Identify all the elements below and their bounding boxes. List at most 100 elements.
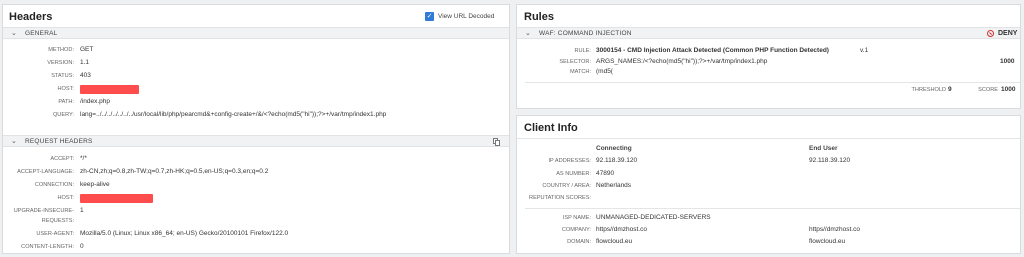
end-user-column-header: End User (809, 145, 838, 152)
copy-icon[interactable] (493, 138, 500, 146)
client-row-ip: IP ADDRESSES: 92.118.39.120 92.118.39.12… (517, 156, 1022, 166)
waf-totals-row: THRESHOLD 9 SCORE 1000 (517, 85, 1022, 95)
headers-panel: Headers ✓ View URL Decoded ⌄ GENERAL MET… (2, 4, 510, 254)
chevron-down-icon[interactable]: ⌄ (525, 29, 531, 37)
client-row-domain: DOMAIN: flowcloud.eu flowcloud.eu (517, 237, 1022, 247)
request-row-requests: REQUESTS: (3, 216, 511, 226)
connecting-value: https//dmzhost.co (596, 226, 647, 233)
match-value: (md5( (596, 68, 613, 75)
row-value: zh-CN,zh;q=0.8,zh-TW;q=0.7,zh-HK;q=0.5,e… (80, 168, 269, 175)
row-key: AS NUMBER: (556, 171, 591, 177)
general-row-query: QUERY: lang=../../../../../../../usr/loc… (3, 110, 511, 120)
score-value: 1000 (1001, 86, 1016, 93)
row-value: keep-alive (80, 181, 110, 188)
general-row-method: METHOD: GET (3, 45, 511, 55)
request-row-user-agent: USER-AGENT: Mozilla/5.0 (Linux; Linux x8… (3, 229, 511, 239)
redacted-host (80, 194, 153, 203)
deny-icon (987, 30, 994, 37)
waf-selector-row: SELECTOR: ARGS_NAMES:/<?echo(md5("hi"));… (517, 57, 1022, 67)
row-value: 403 (80, 72, 91, 79)
connecting-value: UNMANAGED-DEDICATED-SERVERS (596, 214, 711, 221)
connecting-value: 47890 (596, 170, 615, 177)
row-key: ACCEPT-LANGUAGE: (17, 169, 74, 175)
chevron-down-icon[interactable]: ⌄ (11, 137, 17, 145)
row-value: 1.1 (80, 59, 90, 66)
request-row-upgrade-insecure: UPGRADE-INSECURE- 1 (3, 206, 511, 216)
view-url-decoded-label[interactable]: View URL Decoded (438, 13, 494, 20)
client-row-reputation: REPUTATION SCORES: (517, 193, 1022, 203)
rules-title: Rules (524, 11, 554, 23)
row-key: PATH: (58, 99, 74, 105)
request-headers-section-label: REQUEST HEADERS (25, 138, 93, 145)
deny-label: DENY (998, 30, 1018, 37)
request-row-content-length: CONTENT-LENGTH: 0 (3, 242, 511, 252)
row-value: Mozilla/5.0 (Linux; Linux x86_64; en-US)… (80, 230, 289, 237)
chevron-down-icon[interactable]: ⌄ (11, 29, 17, 37)
request-row-connection: CONNECTION: keep-alive (3, 180, 511, 190)
end-user-value: flowcloud.eu (809, 238, 846, 245)
view-url-decoded-checkbox[interactable]: ✓ (425, 12, 434, 21)
client-info-isp-divider (525, 208, 1020, 209)
client-info-panel: Client Info Connecting End User IP ADDRE… (516, 115, 1021, 254)
client-row-isp: ISP NAME: UNMANAGED-DEDICATED-SERVERS (517, 213, 1022, 223)
rules-divider (525, 82, 1020, 83)
client-row-company: COMPANY: https//dmzhost.co https//dmzhos… (517, 225, 1022, 235)
client-row-as-number: AS NUMBER: 47890 (517, 169, 1022, 179)
threshold-label: THRESHOLD (911, 87, 947, 93)
general-row-host: HOST: (3, 84, 511, 94)
row-key: CONNECTION: (34, 182, 74, 188)
row-key: COUNTRY / AREA: (542, 183, 591, 189)
request-row-accept: ACCEPT: */* (3, 154, 511, 164)
row-key: HOST: (57, 86, 74, 92)
row-key: REQUESTS: (41, 218, 74, 224)
row-key: DOMAIN: (567, 239, 591, 245)
general-row-version: VERSION: 1.1 (3, 58, 511, 68)
row-key: COMPANY: (561, 227, 591, 233)
request-row-host: HOST: (3, 193, 511, 203)
row-value: */* (80, 155, 87, 162)
connecting-value: flowcloud.eu (596, 238, 633, 245)
row-value: GET (80, 46, 94, 53)
general-section-header[interactable]: ⌄ GENERAL (3, 27, 509, 39)
general-section-label: GENERAL (25, 30, 58, 37)
row-key: METHOD: (48, 47, 74, 53)
rules-panel: Rules ⌄ WAF: COMMAND INJECTION DENY RULE… (516, 4, 1021, 109)
rule-version: v.1 (860, 47, 869, 54)
client-info-divider (517, 138, 1020, 139)
rule-value: 3000154 - CMD Injection Attack Detected … (596, 47, 829, 54)
end-user-value: https//dmzhost.co (809, 226, 860, 233)
waf-match-row: MATCH: (md5( (517, 67, 1022, 77)
general-row-status: STATUS: 403 (3, 71, 511, 81)
connecting-column-header: Connecting (596, 145, 632, 152)
row-key: UPGRADE-INSECURE- (13, 208, 74, 214)
waf-section-label: WAF: COMMAND INJECTION (539, 30, 632, 37)
selector-value: ARGS_NAMES:/<?echo(md5("hi"));?>+/var/tm… (596, 58, 768, 65)
row-key: QUERY: (52, 112, 74, 118)
headers-title: Headers (9, 11, 53, 23)
request-headers-section-header[interactable]: ⌄ REQUEST HEADERS (3, 135, 509, 147)
row-key: CONTENT-LENGTH: (21, 244, 74, 250)
row-key: REPUTATION SCORES: (529, 195, 591, 201)
end-user-value: 92.118.39.120 (809, 157, 851, 164)
row-key: ISP NAME: (562, 215, 591, 221)
row-key: MATCH: (569, 69, 591, 75)
row-key: VERSION: (47, 60, 74, 66)
row-key: IP ADDRESSES: (548, 158, 592, 164)
client-row-country: COUNTRY / AREA: Netherlands (517, 181, 1022, 191)
row-key: SELECTOR: (559, 59, 591, 65)
selector-score: 1000 (1000, 58, 1015, 65)
row-key: STATUS: (51, 73, 74, 79)
general-row-path: PATH: /index.php (3, 97, 511, 107)
threshold-value: 9 (948, 86, 952, 93)
row-value: 0 (80, 243, 84, 250)
score-label: SCORE (978, 87, 998, 93)
row-value: lang=../../../../../../../usr/local/lib/… (80, 111, 387, 118)
row-key: RULE: (574, 48, 591, 54)
request-row-accept-language: ACCEPT-LANGUAGE: zh-CN,zh;q=0.8,zh-TW;q=… (3, 167, 511, 177)
row-key: ACCEPT: (50, 156, 74, 162)
connecting-value: 92.118.39.120 (596, 157, 638, 164)
waf-rule-row: RULE: 3000154 - CMD Injection Attack Det… (517, 46, 1022, 56)
row-key: HOST: (57, 195, 74, 201)
connecting-value: Netherlands (596, 182, 632, 189)
waf-section-header[interactable]: ⌄ WAF: COMMAND INJECTION DENY (517, 27, 1020, 39)
